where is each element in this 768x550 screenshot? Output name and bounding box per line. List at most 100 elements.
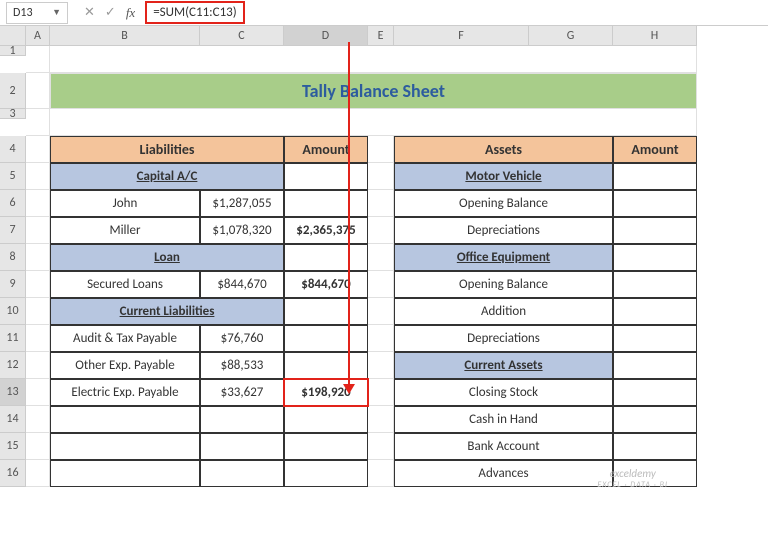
row-header[interactable]: 15 [0,433,26,460]
cell[interactable]: Secured Loans [50,271,200,298]
cell[interactable] [613,298,697,325]
cell[interactable] [613,433,697,460]
cell[interactable] [368,406,394,433]
row-header[interactable]: 13 [0,379,26,406]
capital-subheader[interactable]: Capital A/C [50,163,284,190]
cell[interactable] [368,244,394,271]
cell[interactable]: Depreciations [394,217,613,244]
cell[interactable] [284,190,368,217]
cell[interactable] [50,46,697,73]
cell[interactable] [26,406,50,433]
cell[interactable] [50,460,200,487]
curassets-subheader[interactable]: Current Assets [394,352,613,379]
cell[interactable] [26,136,50,163]
row-header[interactable]: 14 [0,406,26,433]
cell[interactable] [26,73,50,109]
cell[interactable] [368,271,394,298]
cell[interactable]: $88,533 [200,352,284,379]
cell[interactable] [26,325,50,352]
cell[interactable] [50,109,697,136]
cell[interactable]: $844,670 [284,271,368,298]
cell[interactable] [26,379,50,406]
row-header[interactable]: 6 [0,190,26,217]
row-header[interactable]: 4 [0,136,26,163]
office-subheader[interactable]: Office Equipment [394,244,613,271]
cell[interactable] [613,352,697,379]
row-header[interactable]: 3 [0,109,26,119]
col-header[interactable]: D [284,26,368,46]
cell[interactable] [368,460,394,487]
cell[interactable]: John [50,190,200,217]
col-header[interactable]: H [613,26,697,46]
row-header[interactable]: 7 [0,217,26,244]
row-header[interactable]: 9 [0,271,26,298]
cell[interactable]: Cash in Hand [394,406,613,433]
spreadsheet-grid[interactable]: A B C D E F G H 1 2 Tally Balance Sheet … [0,26,768,487]
name-box[interactable]: D13 ▼ [6,2,68,24]
cell[interactable] [200,433,284,460]
chevron-down-icon[interactable]: ▼ [52,7,61,18]
row-header[interactable]: 8 [0,244,26,271]
cell[interactable] [200,460,284,487]
cell[interactable]: Advances [394,460,613,487]
cell[interactable]: Electric Exp. Payable [50,379,200,406]
cell[interactable] [613,379,697,406]
row-header[interactable]: 2 [0,73,26,109]
cell[interactable]: Miller [50,217,200,244]
cell[interactable] [284,406,368,433]
cell[interactable] [284,433,368,460]
motor-subheader[interactable]: Motor Vehicle [394,163,613,190]
row-header[interactable]: 12 [0,352,26,379]
cell[interactable] [613,271,697,298]
formula-input[interactable]: =SUM(C11:C13) [145,1,244,24]
cell[interactable] [368,190,394,217]
row-header[interactable]: 5 [0,163,26,190]
row-header[interactable]: 11 [0,325,26,352]
cell[interactable] [26,271,50,298]
cell[interactable] [26,298,50,325]
cell[interactable] [26,46,50,73]
cell[interactable] [284,298,368,325]
cell[interactable]: $844,670 [200,271,284,298]
col-header[interactable]: B [50,26,200,46]
col-header[interactable]: E [368,26,394,46]
cell[interactable]: $1,287,055 [200,190,284,217]
liabilities-header[interactable]: Liabilities [50,136,284,163]
cell[interactable] [26,190,50,217]
cell[interactable] [284,460,368,487]
cell[interactable] [368,379,394,406]
cell[interactable]: Addition [394,298,613,325]
cell[interactable] [368,136,394,163]
row-header[interactable]: 16 [0,460,26,487]
col-header[interactable]: F [394,26,529,46]
cell[interactable]: Depreciations [394,325,613,352]
cell[interactable] [26,460,50,487]
cell[interactable] [26,244,50,271]
row-header[interactable]: 1 [0,46,26,56]
cell[interactable] [26,109,50,136]
cell[interactable] [613,163,697,190]
cell[interactable] [284,325,368,352]
cell[interactable] [368,433,394,460]
cancel-icon[interactable]: ✕ [84,5,95,20]
cell[interactable]: $2,365,375 [284,217,368,244]
cell[interactable] [613,190,697,217]
cell[interactable] [284,163,368,190]
curliab-subheader[interactable]: Current Liabilities [50,298,284,325]
cell[interactable] [200,406,284,433]
selected-cell[interactable]: $198,920 [284,379,368,406]
cell[interactable]: $76,760 [200,325,284,352]
amount-header[interactable]: Amount [284,136,368,163]
col-header[interactable]: C [200,26,284,46]
cell[interactable] [613,406,697,433]
sheet-title[interactable]: Tally Balance Sheet [50,73,697,109]
cell[interactable] [284,244,368,271]
row-header[interactable]: 10 [0,298,26,325]
cell[interactable] [26,433,50,460]
cell[interactable] [368,352,394,379]
cell[interactable] [50,433,200,460]
col-header[interactable]: A [26,26,50,46]
cell[interactable] [613,325,697,352]
cell[interactable]: Opening Balance [394,271,613,298]
cell[interactable]: $1,078,320 [200,217,284,244]
